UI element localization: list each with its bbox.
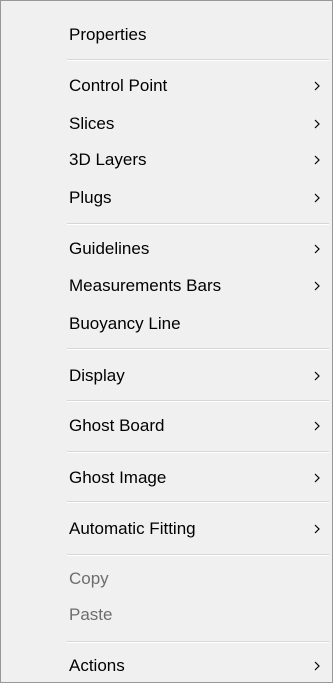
menu-item-buoyancy-line[interactable]: Buoyancy Line	[3, 305, 330, 343]
chevron-right-icon	[314, 155, 320, 165]
menu-item-label: 3D Layers	[69, 150, 147, 169]
menu-item-paste[interactable]: Paste	[3, 596, 330, 634]
menu-item-label: Copy	[69, 569, 109, 588]
menu-item-label: Measurements Bars	[69, 276, 222, 295]
menu-item-label: Paste	[69, 605, 113, 624]
menu-item-ghost-image[interactable]: Ghost Image	[3, 459, 330, 497]
chevron-right-icon	[314, 524, 320, 534]
chevron-right-icon	[314, 119, 320, 129]
menu-item-label: Buoyancy Line	[69, 314, 181, 333]
menu-separator	[67, 501, 329, 503]
chevron-right-icon	[314, 244, 320, 254]
menu-item-label: Ghost Board	[69, 416, 165, 435]
menu-separator	[67, 59, 329, 61]
chevron-right-icon	[314, 281, 320, 291]
menu-separator	[67, 348, 329, 350]
chevron-right-icon	[314, 371, 320, 381]
menu-item-3d-layers[interactable]: 3D Layers	[3, 141, 330, 179]
menu-separator	[67, 451, 329, 453]
chevron-right-icon	[314, 81, 320, 91]
menu-item-label: Guidelines	[69, 239, 150, 258]
menu-item-measurements-bars[interactable]: Measurements Bars	[3, 267, 330, 305]
menu-item-ghost-board[interactable]: Ghost Board	[3, 407, 330, 445]
menu-item-label: Plugs	[69, 188, 112, 207]
menu-separator	[67, 641, 329, 643]
chevron-right-icon	[314, 421, 320, 431]
menu-item-properties[interactable]: Properties	[3, 16, 330, 54]
menu-item-copy[interactable]: Copy	[3, 560, 330, 598]
menu-item-label: Display	[69, 366, 125, 385]
menu-item-label: Properties	[69, 25, 147, 44]
menu-item-label: Ghost Image	[69, 468, 167, 487]
menu-separator	[67, 554, 329, 556]
menu-item-label: Actions	[69, 656, 125, 675]
menu-item-control-point[interactable]: Control Point	[3, 67, 330, 105]
chevron-right-icon	[314, 473, 320, 483]
menu-item-label: Automatic Fitting	[69, 519, 196, 538]
menu-item-slices[interactable]: Slices	[3, 105, 330, 143]
menu-item-automatic-fitting[interactable]: Automatic Fitting	[3, 510, 330, 548]
menu-item-label: Control Point	[69, 76, 168, 95]
menu-separator	[67, 400, 329, 402]
menu-item-plugs[interactable]: Plugs	[3, 179, 330, 217]
menu-item-guidelines[interactable]: Guidelines	[3, 230, 330, 268]
menu-item-actions[interactable]: Actions	[3, 647, 330, 685]
menu-item-display[interactable]: Display	[3, 357, 330, 395]
chevron-right-icon	[314, 661, 320, 671]
menu-item-label: Slices	[69, 114, 115, 133]
context-menu: Properties Control Point Slices 3D Layer…	[0, 0, 333, 683]
menu-separator	[67, 223, 329, 225]
chevron-right-icon	[314, 193, 320, 203]
